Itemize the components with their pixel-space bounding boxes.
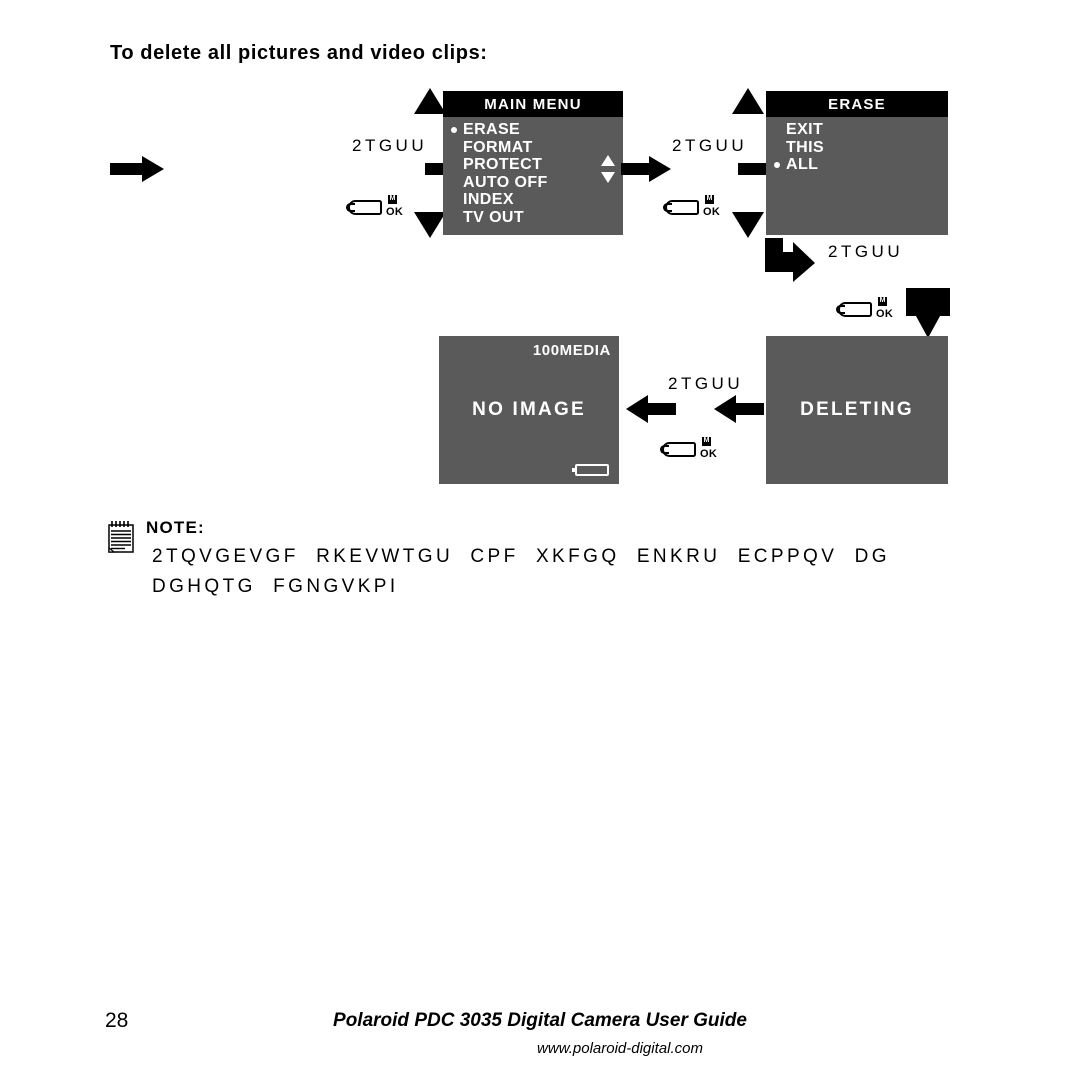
arrow-left-to-no-image	[626, 395, 676, 423]
arrow-right-entry	[110, 156, 164, 182]
lcd-screen-erase: ERASE EXIT THIS ALL	[766, 91, 948, 235]
mode-badge-label-1: M	[389, 195, 396, 202]
lcd-screen-deleting: DELETING	[766, 336, 948, 484]
scroll-indicator-icon	[601, 155, 615, 183]
deleting-label: DELETING	[800, 399, 914, 420]
arrow-down-erase	[732, 212, 764, 238]
press-label-3: 2TGUU	[828, 242, 904, 261]
note-line-1: 2TQVGEVGF RKEVWTGU CPF XKFGQ ENKRU ECPPQ…	[152, 546, 890, 567]
menu-item-index[interactable]: INDEX	[451, 191, 623, 209]
mode-badge-icon-3: M	[878, 297, 887, 306]
media-folder-label: 100MEDIA	[532, 342, 611, 359]
lcd-screen-no-image: 100MEDIA NO IMAGE	[439, 336, 619, 484]
press-label-1: 2TGUU	[352, 136, 428, 155]
mode-ok-button-icon-2: M OK	[663, 195, 727, 221]
mode-badge-label-2: M	[706, 195, 713, 202]
menu-item-tv-out[interactable]: TV OUT	[451, 209, 623, 227]
ok-label-4: OK	[700, 448, 718, 460]
ok-label-2: OK	[703, 206, 721, 218]
mode-ok-button-icon-1: M OK	[346, 195, 410, 221]
screen-title-main-menu: MAIN MENU	[443, 91, 623, 117]
ok-label-3: OK	[876, 308, 894, 320]
menu-item-auto-off[interactable]: AUTO OFF	[451, 174, 623, 192]
screen-body-erase: EXIT THIS ALL	[766, 117, 948, 235]
mode-ok-button-icon-3: M OK	[836, 297, 900, 323]
press-label-4: 2TGUU	[668, 374, 744, 393]
ok-label-1: OK	[386, 206, 404, 218]
button-pill-shape-3	[836, 302, 872, 317]
arrow-left-from-deleting	[714, 395, 764, 423]
erase-item-exit[interactable]: EXIT	[774, 121, 948, 139]
scroll-up-triangle-icon	[601, 155, 615, 166]
button-pill-shape-4	[660, 442, 696, 457]
note-label: NOTE:	[146, 518, 205, 537]
erase-item-all[interactable]: ALL	[774, 156, 948, 174]
arrow-elbow-right-down	[906, 288, 950, 338]
lcd-screen-main-menu: MAIN MENU ERASE FORMAT PROTECT AUTO OFF …	[443, 91, 623, 235]
menu-item-format[interactable]: FORMAT	[451, 139, 623, 157]
screen-body-main-menu: ERASE FORMAT PROTECT AUTO OFF INDEX TV O…	[443, 117, 623, 235]
menu-item-protect[interactable]: PROTECT	[451, 156, 623, 174]
button-pill-shape-2	[663, 200, 699, 215]
menu-item-erase[interactable]: ERASE	[451, 121, 623, 139]
mode-ok-button-icon-4: M OK	[660, 437, 724, 463]
footer-title: Polaroid PDC 3035 Digital Camera User Gu…	[333, 1010, 747, 1031]
scroll-down-triangle-icon	[601, 172, 615, 183]
note-line-2: DGHQTG FGNGVKPI	[152, 576, 399, 597]
notepad-icon	[108, 521, 134, 553]
arrow-right-from-main-menu	[621, 156, 671, 182]
press-label-2: 2TGUU	[672, 136, 748, 155]
battery-icon	[572, 464, 609, 476]
arrow-down-main-menu	[414, 212, 446, 238]
mode-badge-icon-1: M	[388, 195, 397, 204]
footer-url: www.polaroid-digital.com	[537, 1040, 703, 1057]
arrow-elbow-down-right	[765, 238, 815, 282]
screen-title-erase: ERASE	[766, 91, 948, 117]
arrow-up-erase	[732, 88, 764, 114]
workflow-diagram: 2TGUU M OK MAIN MENU ERASE FORMAT PROTEC…	[0, 0, 1080, 510]
arrow-up-main-menu	[414, 88, 446, 114]
button-pill-shape-1	[346, 200, 382, 215]
mode-badge-label-3: M	[879, 297, 886, 304]
mode-badge-icon-2: M	[705, 195, 714, 204]
mode-badge-label-4: M	[703, 437, 710, 444]
erase-item-this[interactable]: THIS	[774, 139, 948, 157]
no-image-label: NO IMAGE	[472, 399, 586, 420]
mode-badge-icon-4: M	[702, 437, 711, 446]
